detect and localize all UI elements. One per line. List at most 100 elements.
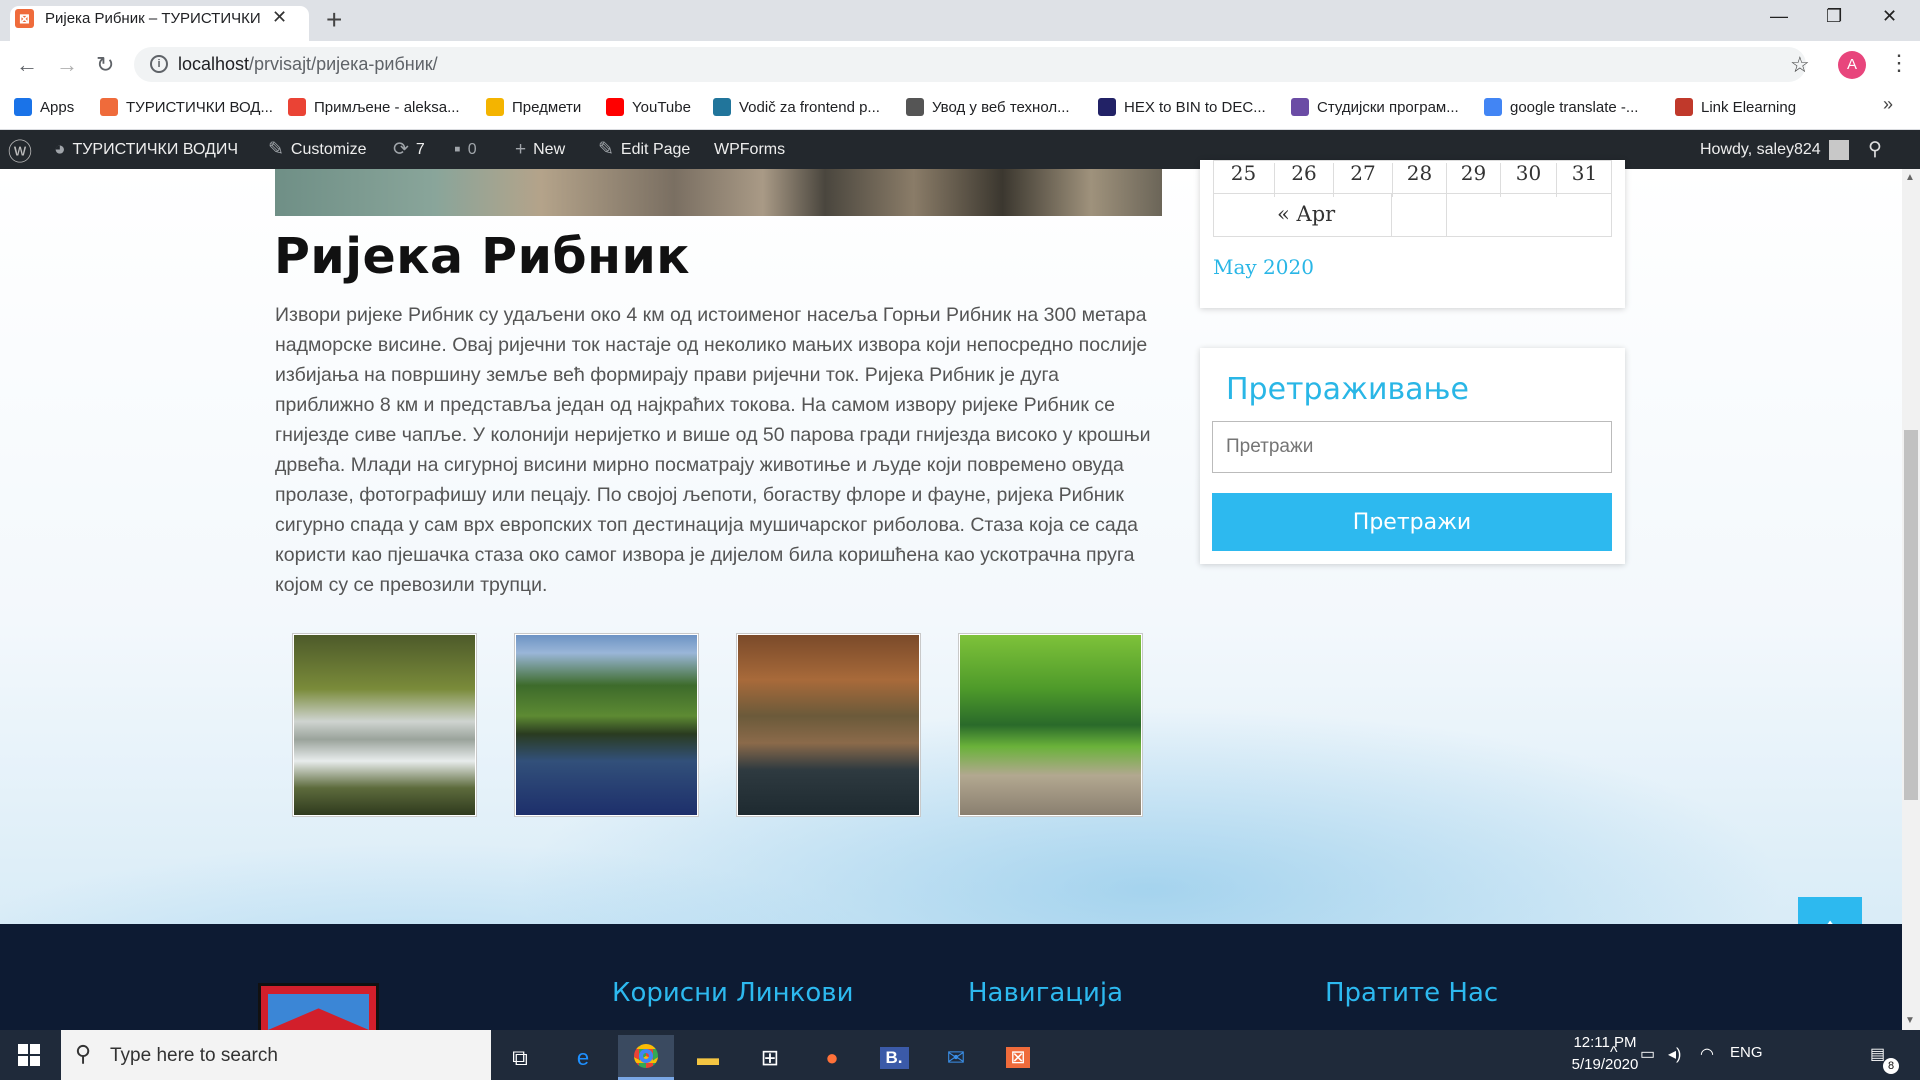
calendar-divider — [1391, 194, 1392, 237]
bookmark-item[interactable]: ТУРИСТИЧКИ ВОД... — [100, 96, 273, 118]
file-explorer-icon[interactable]: ▬ — [680, 1035, 736, 1080]
bookmark-item[interactable]: Link Elearning — [1675, 96, 1796, 118]
windows-start-icon[interactable] — [18, 1044, 40, 1066]
footer-heading-navigation: Навигација — [968, 978, 1124, 1008]
bookmark-label: google translate -... — [1510, 98, 1639, 116]
site-name-link[interactable]: ◕ ТУРИСТИЧКИ ВОДИЧ — [54, 130, 238, 169]
footer-heading-useful-links: Корисни Линкови — [612, 978, 854, 1008]
back-icon[interactable]: ← — [16, 52, 38, 78]
volume-icon[interactable]: ◂) — [1668, 1044, 1681, 1064]
wpforms-link[interactable]: WPForms — [714, 130, 785, 169]
task-view-icon[interactable]: ⧉ — [492, 1035, 548, 1080]
xampp-icon — [100, 98, 118, 116]
store-icon[interactable]: ⊞ — [742, 1035, 798, 1080]
calendar-day: 27 — [1333, 163, 1392, 197]
updates-link[interactable]: ⟳ 7 — [393, 130, 425, 169]
language-indicator[interactable]: ENG — [1730, 1044, 1763, 1061]
post-title: Ријека Рибник — [274, 228, 691, 285]
edit-page-link[interactable]: ✎ Edit Page — [598, 130, 690, 169]
bookmark-label: Студијски програм... — [1317, 98, 1459, 116]
featured-image — [275, 169, 1162, 216]
gallery-thumb-waterfall[interactable] — [292, 633, 477, 817]
pencil-icon: ✎ — [598, 139, 614, 160]
search-icon[interactable]: ⚲ — [1868, 130, 1882, 169]
gallery-thumb-autumn[interactable] — [736, 633, 921, 817]
edge-icon[interactable]: e — [555, 1035, 611, 1080]
profile-avatar[interactable]: A — [1838, 51, 1866, 79]
bookmark-label: Vodič za frontend p... — [739, 98, 880, 116]
classroom-icon — [486, 98, 504, 116]
scroll-down-icon[interactable]: ▼ — [1905, 1015, 1915, 1026]
gallery-thumb-lake[interactable] — [514, 633, 699, 817]
footer-heading-follow-us: Пратите Нас — [1325, 978, 1499, 1008]
bookmark-item[interactable]: Примљене - aleksa... — [288, 96, 460, 118]
url-text[interactable]: localhost/prvisajt/ријека-рибник/ — [178, 54, 438, 75]
restore-icon[interactable]: ❐ — [1826, 6, 1842, 27]
wifi-icon[interactable]: ◠ — [1700, 1044, 1714, 1064]
scroll-up-icon[interactable]: ▲ — [1905, 172, 1915, 183]
window-close-icon[interactable]: ✕ — [1882, 6, 1897, 27]
firefox-icon[interactable]: ● — [804, 1035, 860, 1080]
scrollbar-thumb[interactable] — [1904, 430, 1918, 800]
new-tab-icon[interactable]: + — [326, 6, 342, 34]
calendar-day: 26 — [1274, 163, 1333, 197]
calendar-day: 29 — [1446, 163, 1500, 197]
search-button[interactable]: Претражи — [1212, 493, 1612, 551]
browser-menu-icon[interactable]: ⋮ — [1888, 50, 1910, 76]
bookmark-item[interactable]: Предмети — [486, 96, 581, 118]
wordpress-logo-icon[interactable]: ⓦ — [8, 130, 32, 169]
calendar-day: 30 — [1500, 163, 1556, 197]
forward-icon[interactable]: → — [56, 52, 78, 78]
bookmark-item[interactable]: Vodič za frontend p... — [713, 96, 880, 118]
bookmark-label: Предмети — [512, 98, 582, 116]
archive-month-link[interactable]: May 2020 — [1213, 255, 1314, 279]
chrome-icon[interactable] — [618, 1035, 674, 1080]
close-tab-icon[interactable]: ✕ — [272, 7, 287, 28]
new-content-link[interactable]: + New — [515, 130, 565, 169]
plus-icon: + — [515, 138, 527, 160]
calendar-day: 25 — [1230, 161, 1257, 185]
bookmark-item[interactable]: Студијски програм... — [1291, 96, 1459, 118]
gallery-thumb-spring[interactable] — [958, 633, 1143, 817]
notification-center-icon[interactable]: ▤ — [1870, 1044, 1885, 1064]
globe-icon — [906, 98, 924, 116]
xampp-favicon-icon: ⊠ — [15, 9, 34, 28]
bookmark-label: Увод у веб технол... — [932, 98, 1070, 116]
gmail-icon — [288, 98, 306, 116]
apps-grid-icon — [14, 98, 32, 116]
calendar-prev-link[interactable]: « Apr — [1277, 202, 1335, 226]
bookmark-item[interactable]: Увод у веб технол... — [906, 96, 1070, 118]
tab-title: Ријека Рибник – ТУРИСТИЧКИ ВОДИЧ — [45, 10, 260, 27]
wordpress-icon — [713, 98, 731, 116]
xampp-icon[interactable]: ⊠ — [990, 1035, 1046, 1080]
comments-link[interactable]: ▪ 0 — [454, 130, 477, 169]
taskbar-search-placeholder: Type here to search — [110, 1045, 278, 1066]
updates-icon: ⟳ — [393, 139, 409, 160]
site-info-icon[interactable]: i — [150, 55, 168, 73]
search-input[interactable] — [1212, 421, 1612, 473]
mail-icon[interactable]: ✉ — [928, 1035, 984, 1080]
bookmark-item[interactable]: Apps — [14, 96, 74, 118]
notification-count-badge: 8 — [1883, 1058, 1899, 1074]
howdy-user-link[interactable]: Howdy, saley824 — [1700, 130, 1821, 169]
bookmark-item[interactable]: YouTube — [606, 96, 691, 118]
dashboard-icon: ◕ — [54, 138, 66, 160]
bookmark-label: HEX to BIN to DEC... — [1124, 98, 1266, 116]
minimize-icon[interactable]: — — [1770, 6, 1788, 27]
reload-icon[interactable]: ↻ — [96, 52, 114, 78]
more-bookmarks-icon[interactable]: » — [1883, 94, 1893, 115]
customize-link[interactable]: ✎ Customize — [268, 130, 367, 169]
search-widget-title: Претраживање — [1226, 372, 1469, 407]
clock-date[interactable]: 5/19/2020 — [1565, 1056, 1645, 1073]
hex-icon — [1098, 98, 1116, 116]
calendar-divider — [1446, 194, 1447, 237]
bookmark-item[interactable]: google translate -... — [1484, 96, 1638, 118]
calendar-day: 28 — [1392, 163, 1446, 197]
calendar-day: 31 — [1556, 163, 1612, 197]
bookmark-star-icon[interactable]: ☆ — [1790, 52, 1810, 78]
user-avatar[interactable] — [1829, 140, 1849, 160]
bootstrap-studio-icon[interactable]: B. — [866, 1035, 922, 1080]
clock-time[interactable]: 12:11 PM — [1565, 1034, 1645, 1051]
google-icon — [1484, 98, 1502, 116]
bookmark-item[interactable]: HEX to BIN to DEC... — [1098, 96, 1266, 118]
